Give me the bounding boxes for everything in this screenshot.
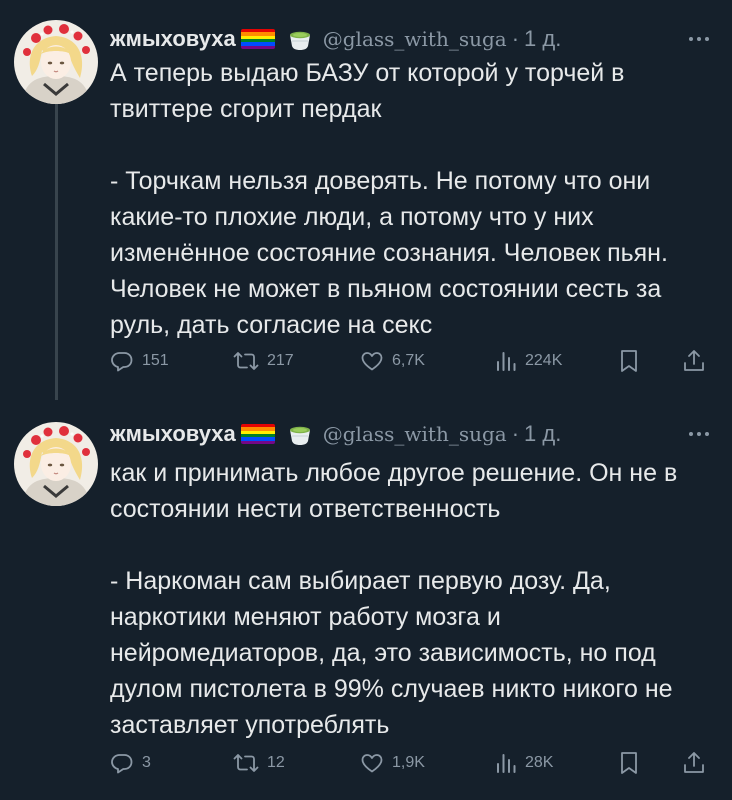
tweet[interactable]: жмыховуха @glass: [0, 400, 732, 800]
retweet-count: 217: [267, 352, 294, 369]
tweet-text: как и принимать любое другое решение. Он…: [110, 455, 712, 743]
view-count: 28K: [525, 754, 554, 771]
retweet-button[interactable]: 217: [233, 345, 294, 377]
user-handle[interactable]: @glass_with_suga: [323, 24, 507, 54]
retweet-button[interactable]: 12: [233, 747, 285, 779]
tweet-paragraph: - Наркоман сам выбирает первую дозу. Да,…: [110, 567, 673, 739]
post-time[interactable]: 1 д.: [524, 24, 561, 54]
heart-icon: [361, 352, 383, 371]
tweet-text: А теперь выдаю БАЗУ от которой у торчей …: [110, 55, 712, 343]
tweet-actions: 151 217 6,7K 224K: [110, 345, 712, 377]
rainbow-flag-icon: [240, 424, 275, 444]
share-icon: [684, 350, 704, 371]
share-button[interactable]: [682, 345, 706, 377]
tweet-header: жмыховуха @glass_with_suga · 1 д.: [110, 24, 712, 54]
tweet-thread: жмыховуха @glass_with_suga · 1 д. А тепе…: [0, 0, 732, 800]
rainbow-flag-icon: [240, 29, 275, 49]
green-tea-icon: [287, 421, 313, 447]
tweet-header: жмыховуха @glass_with_suga · 1 д.: [110, 419, 712, 449]
views-button[interactable]: 28K: [495, 747, 553, 779]
more-options-icon[interactable]: [688, 36, 710, 42]
thread-connector-line: [55, 104, 58, 400]
reply-button[interactable]: 151: [110, 345, 169, 377]
views-chart-icon: [497, 754, 516, 773]
user-handle[interactable]: @glass_with_suga: [323, 419, 507, 449]
tweet-paragraph: А теперь выдаю БАЗУ от которой у торчей …: [110, 59, 625, 123]
like-count: 6,7K: [392, 352, 425, 369]
view-count: 224K: [525, 352, 563, 369]
display-name[interactable]: жмыховуха: [110, 24, 236, 54]
display-name[interactable]: жмыховуха: [110, 419, 236, 449]
reply-icon: [111, 754, 133, 774]
reply-count: 151: [142, 352, 169, 369]
bookmark-button[interactable]: [618, 747, 640, 779]
post-time[interactable]: 1 д.: [524, 419, 561, 449]
separator-dot: ·: [511, 26, 520, 51]
share-icon: [684, 752, 704, 773]
heart-icon: [361, 754, 383, 773]
reply-button[interactable]: 3: [110, 747, 151, 779]
bookmark-icon: [621, 752, 637, 774]
retweet-count: 12: [267, 754, 285, 771]
bookmark-icon: [621, 350, 637, 372]
more-options-icon[interactable]: [688, 431, 710, 437]
retweet-icon: [233, 352, 259, 370]
green-tea-icon: [287, 26, 313, 52]
tweet[interactable]: жмыховуха @glass: [0, 0, 732, 400]
tweet-paragraph: как и принимать любое другое решение. Он…: [110, 459, 678, 523]
bookmark-button[interactable]: [618, 345, 640, 377]
tweet-paragraph: - Торчкам нельзя доверять. Не потому что…: [110, 167, 668, 339]
views-chart-icon: [497, 352, 516, 371]
reply-icon: [111, 352, 133, 372]
share-button[interactable]: [682, 747, 706, 779]
like-button[interactable]: 1,9K: [360, 747, 425, 779]
tweet-actions: 3 12 1,9K 28K: [110, 747, 712, 779]
avatar[interactable]: [14, 422, 98, 506]
like-button[interactable]: 6,7K: [360, 345, 425, 377]
separator-dot: ·: [511, 421, 520, 446]
reply-count: 3: [142, 754, 151, 771]
like-count: 1,9K: [392, 754, 425, 771]
retweet-icon: [233, 754, 259, 772]
avatar[interactable]: [14, 20, 98, 104]
views-button[interactable]: 224K: [495, 345, 562, 377]
